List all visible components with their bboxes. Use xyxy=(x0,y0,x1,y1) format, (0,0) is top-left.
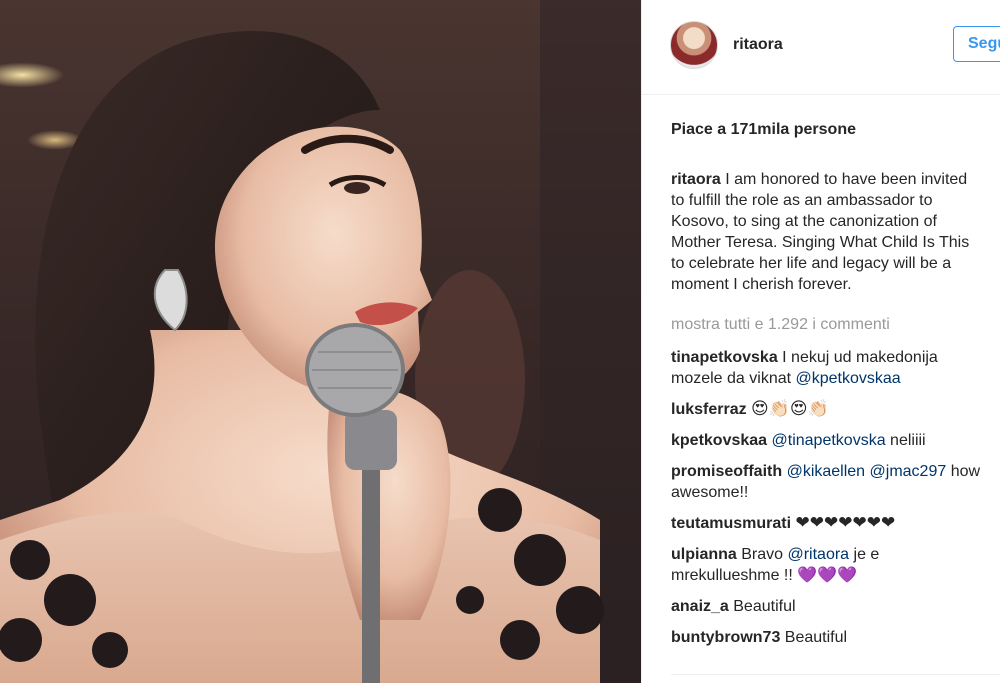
comment-mention[interactable]: @ritaora xyxy=(787,546,849,563)
comment-username[interactable]: luksferraz xyxy=(671,401,747,418)
comments-list: tinapetkovska I nekuj ud makedonija moze… xyxy=(671,347,1000,658)
comment-mention[interactable]: @kpetkovskaa xyxy=(796,370,901,387)
comment-text-after: neliiii xyxy=(885,432,926,449)
comment-text: Beautiful xyxy=(780,629,848,646)
comment-item: luksferraz 😍👏🏻😍👏🏻 xyxy=(671,399,1000,420)
comment-username[interactable]: tinapetkovska xyxy=(671,349,778,366)
comment-mention[interactable]: @tinapetkovska xyxy=(772,432,886,449)
caption-text: I am honored to have been invited to ful… xyxy=(671,171,970,293)
photo-illustration xyxy=(0,0,641,683)
comment-mention[interactable]: @kikaellen @jmac297 xyxy=(787,463,947,480)
comment-text: Bravo xyxy=(736,546,788,563)
comment-item: promiseoffaith @kikaellen @jmac297 how a… xyxy=(671,461,1000,503)
comment-username[interactable]: teutamusmurati xyxy=(671,515,791,532)
divider xyxy=(671,674,1000,675)
comment-item: anaiz_a Beautiful xyxy=(671,596,1000,617)
comment-username[interactable]: ulpianna xyxy=(671,546,737,563)
post-details-panel: ritaora Segui Piace a 171mila persone ri… xyxy=(641,0,1000,683)
profile-avatar[interactable] xyxy=(670,21,718,69)
comment-username[interactable]: promiseoffaith xyxy=(671,463,782,480)
comment-username[interactable]: anaiz_a xyxy=(671,598,729,615)
comment-item: tinapetkovska I nekuj ud makedonija moze… xyxy=(671,347,1000,389)
likes-count[interactable]: Piace a 171mila persone xyxy=(671,121,856,139)
post-caption: ritaora I am honored to have been invite… xyxy=(671,169,1000,295)
comment-item: buntybrown73 Beautiful xyxy=(671,627,1000,648)
post-header: ritaora Segui xyxy=(642,0,1000,95)
post-photo[interactable] xyxy=(0,0,641,683)
caption-username[interactable]: ritaora xyxy=(671,171,721,188)
comment-item: teutamusmurati ❤❤❤❤❤❤❤ xyxy=(671,513,1000,534)
comment-text: Beautiful xyxy=(728,598,796,615)
show-all-comments-link[interactable]: mostra tutti e 1.292 i commenti xyxy=(671,316,890,334)
comment-emoji: 😍👏🏻😍👏🏻 xyxy=(751,399,829,419)
comment-item: kpetkovskaa @tinapetkovska neliiii xyxy=(671,430,1000,451)
comment-username[interactable]: buntybrown73 xyxy=(671,629,780,646)
comment-username[interactable]: kpetkovskaa xyxy=(671,432,767,449)
follow-button[interactable]: Segui xyxy=(953,26,1000,62)
post-username[interactable]: ritaora xyxy=(733,36,783,54)
comment-emoji: ❤❤❤❤❤❤❤ xyxy=(795,513,896,533)
comment-item: ulpianna Bravo @ritaora je e mrekulluesh… xyxy=(671,544,1000,586)
